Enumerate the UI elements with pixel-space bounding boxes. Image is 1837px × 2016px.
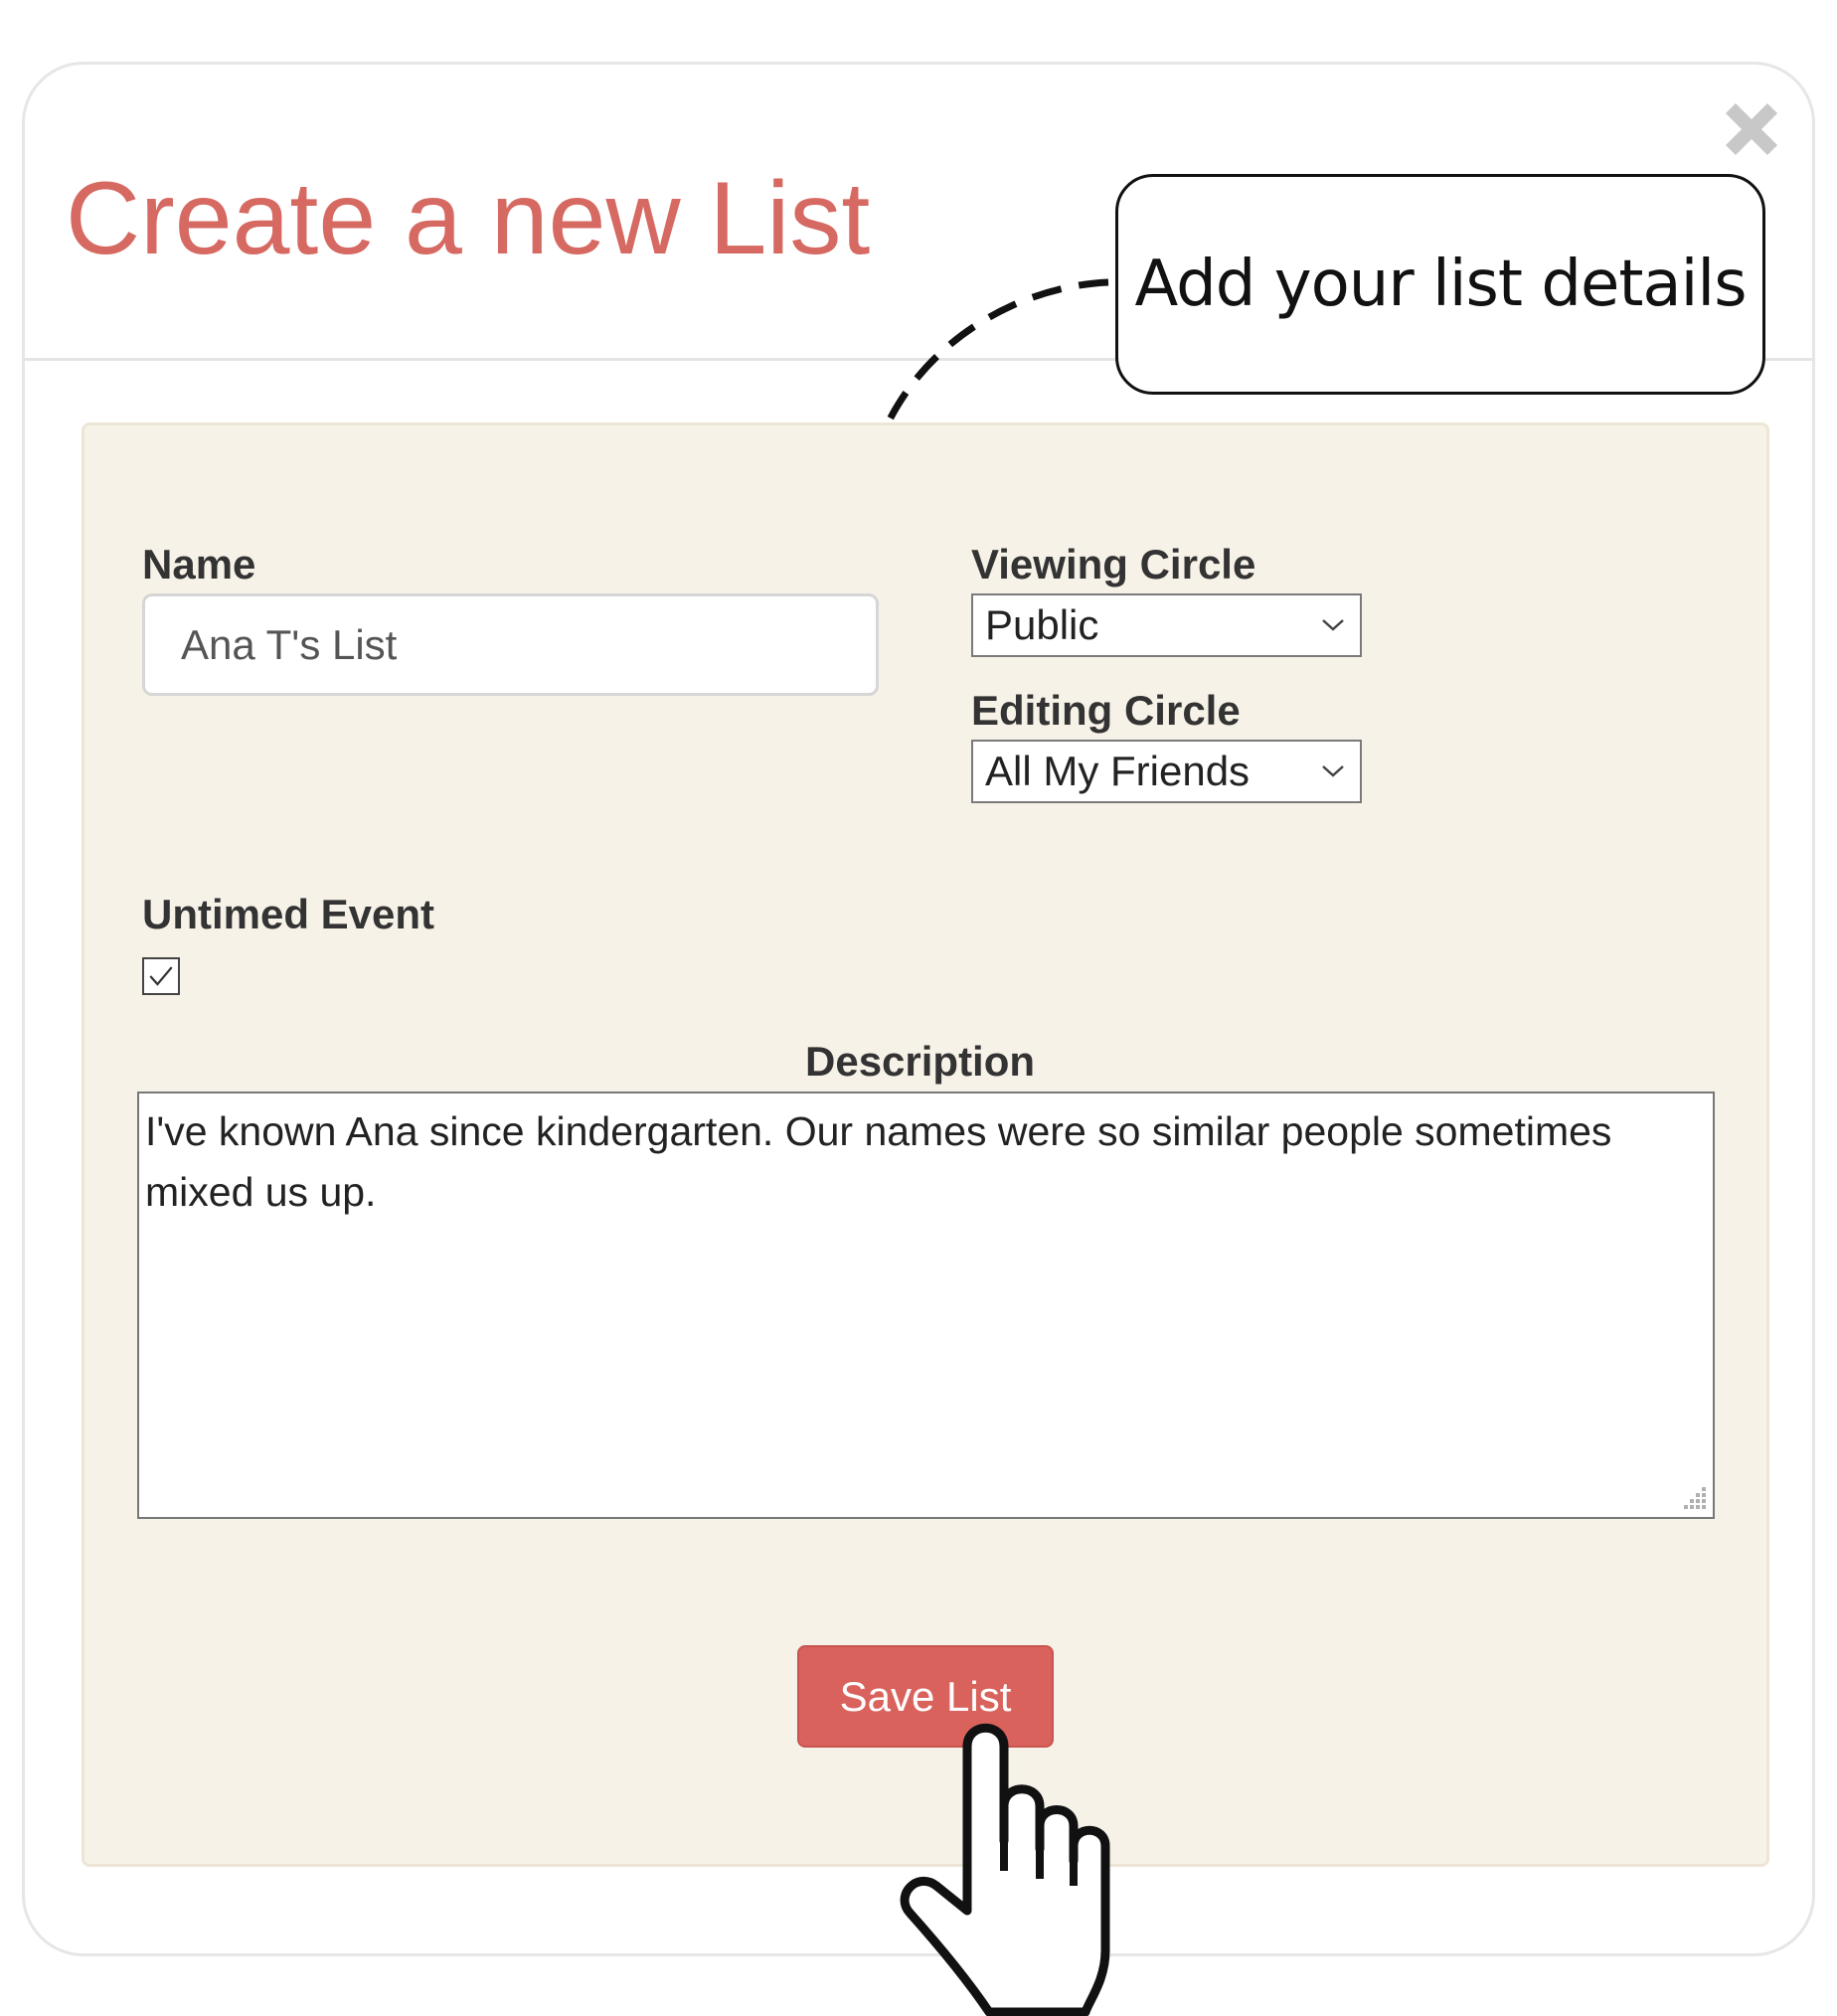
checkmark-icon	[149, 966, 173, 986]
viewing-circle-select[interactable]: Public	[971, 593, 1362, 657]
untimed-event-checkbox[interactable]	[142, 957, 180, 995]
callout-text: Add your list details	[1134, 248, 1747, 321]
modal-title: Create a new List	[66, 161, 871, 276]
viewing-circle-label: Viewing Circle	[971, 541, 1256, 588]
untimed-event-label: Untimed Event	[142, 891, 435, 937]
editing-circle-select[interactable]: All My Friends	[971, 740, 1362, 803]
name-input[interactable]	[142, 593, 879, 696]
save-list-button[interactable]: Save List	[797, 1645, 1054, 1748]
editing-circle-label: Editing Circle	[971, 687, 1241, 734]
viewing-circle-value: Public	[985, 601, 1099, 648]
close-x-icon	[1726, 103, 1777, 155]
name-label: Name	[142, 541, 256, 588]
resize-grip-icon[interactable]	[1678, 1483, 1708, 1513]
close-button[interactable]	[1722, 99, 1781, 159]
chevron-down-icon	[1322, 619, 1344, 631]
callout-bubble: Add your list details	[1115, 174, 1765, 395]
description-label: Description	[805, 1038, 1036, 1085]
description-textarea[interactable]: I've known Ana since kindergarten. Our n…	[137, 1092, 1715, 1519]
editing-circle-value: All My Friends	[985, 748, 1251, 794]
chevron-down-icon	[1322, 765, 1344, 777]
